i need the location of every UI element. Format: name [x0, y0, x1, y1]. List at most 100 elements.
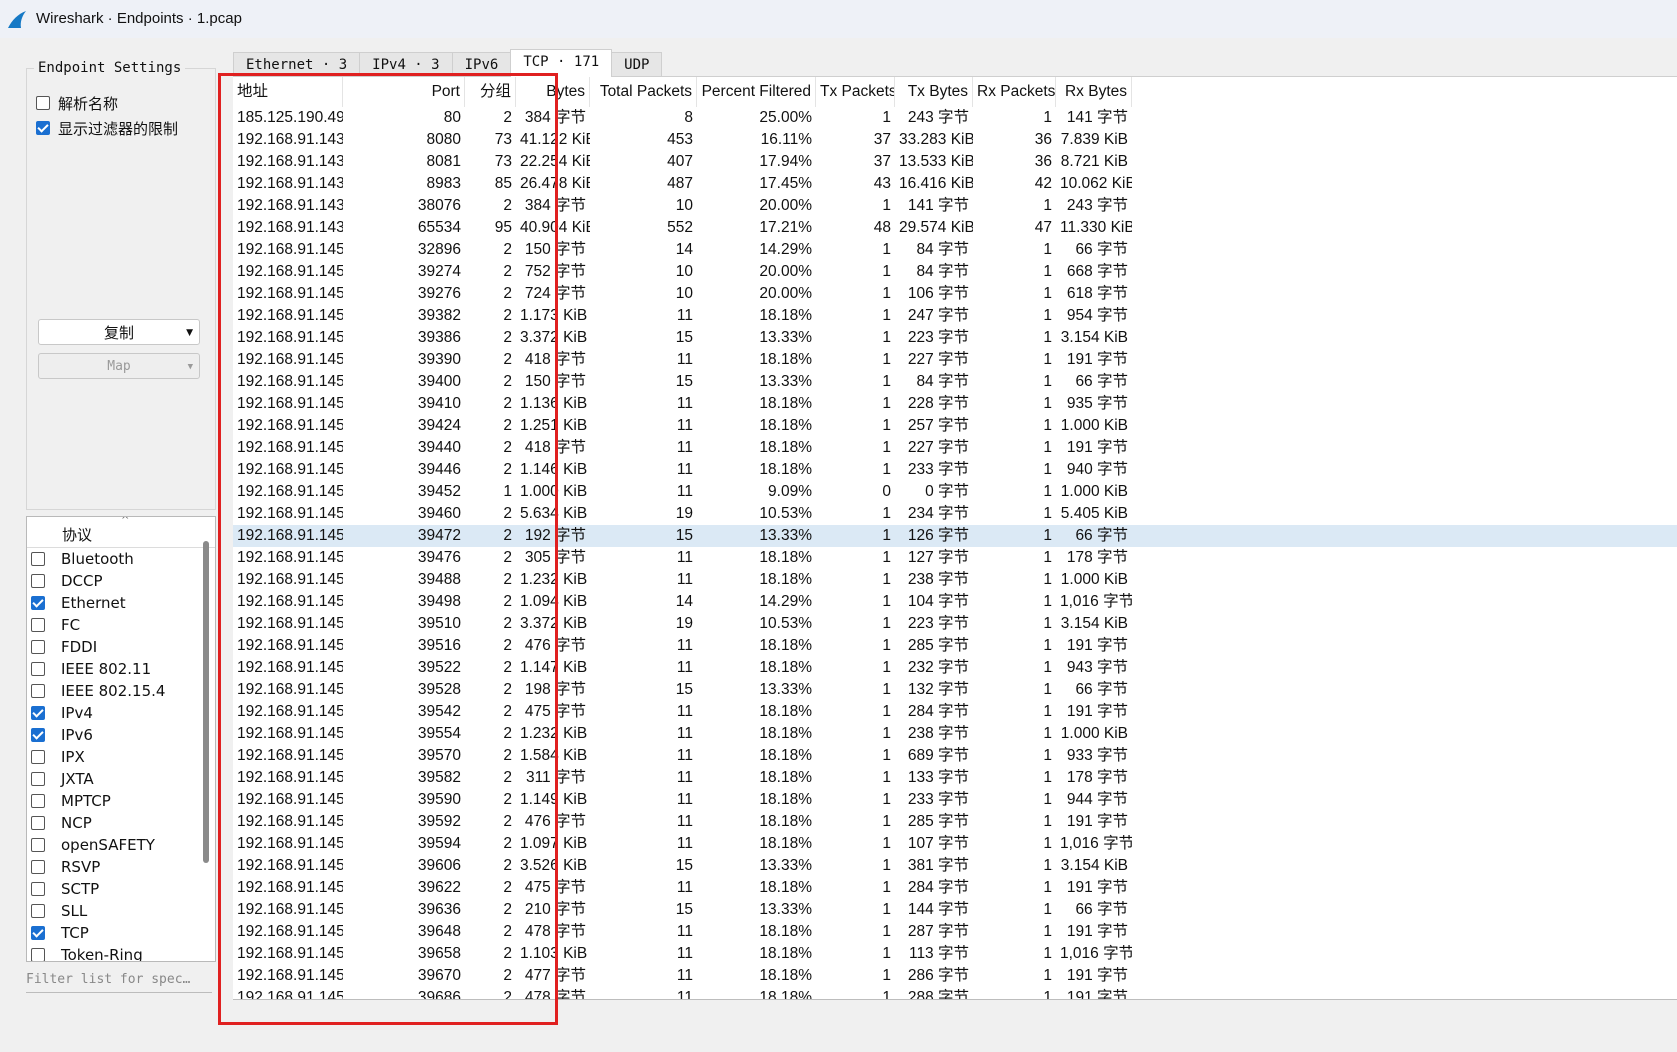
protocol-checkbox[interactable] — [31, 596, 45, 610]
table-row[interactable]: 192.168.91.145 39400 2 150 字节 15 13.33% 1 84 字节… — [233, 371, 1677, 393]
protocol-item[interactable]: MPTCP — [27, 790, 215, 812]
tab-endpoint-type[interactable]: UDP — [611, 52, 663, 77]
protocol-checkbox[interactable] — [31, 574, 45, 588]
limit-to-filter-checkbox[interactable]: 显示过滤器的限制 — [36, 117, 178, 139]
table-row[interactable]: 192.168.91.143 38076 2 384 字节 10 20.00% 1 141 字… — [233, 195, 1677, 217]
protocol-item[interactable]: Bluetooth — [27, 548, 215, 570]
table-row[interactable]: 192.168.91.145 39446 2 1.146 KiB 11 18.18% 1 23… — [233, 459, 1677, 481]
column-header[interactable]: Percent Filtered — [697, 77, 816, 107]
table-row[interactable]: 192.168.91.143 8080 73 41.122 KiB 453 16.11% 3… — [233, 129, 1677, 151]
table-row[interactable]: 192.168.91.145 39528 2 198 字节 15 13.33% 1 132 字… — [233, 679, 1677, 701]
table-row[interactable]: 192.168.91.145 39472 2 192 字节 15 13.33% 1 126 字… — [233, 525, 1677, 547]
protocol-checkbox[interactable] — [31, 926, 45, 940]
protocol-item[interactable]: SCTP — [27, 878, 215, 900]
protocol-item[interactable]: NCP — [27, 812, 215, 834]
table-row[interactable]: 192.168.91.145 39554 2 1.232 KiB 11 18.18% 1 23… — [233, 723, 1677, 745]
table-row[interactable]: 192.168.91.145 39570 2 1.584 KiB 11 18.18% 1 68… — [233, 745, 1677, 767]
table-row[interactable]: 192.168.91.145 39670 2 477 字节 11 18.18% 1 286 字… — [233, 965, 1677, 987]
column-header[interactable]: Rx Packets — [973, 77, 1056, 107]
table-row[interactable]: 192.168.91.145 39460 2 5.634 KiB 19 10.53% 1 23… — [233, 503, 1677, 525]
protocol-item[interactable]: Token-Ring — [27, 944, 215, 961]
tab-endpoint-type[interactable]: TCP · 171 — [510, 49, 613, 77]
protocol-item[interactable]: TCP — [27, 922, 215, 944]
protocol-checkbox[interactable] — [31, 552, 45, 566]
protocol-checkbox[interactable] — [31, 618, 45, 632]
copy-button[interactable]: 复制 ▼ — [38, 319, 200, 345]
protocol-item[interactable]: openSAFETY — [27, 834, 215, 856]
protocol-checkbox[interactable] — [31, 684, 45, 698]
table-row[interactable]: 192.168.91.145 39476 2 305 字节 11 18.18% 1 127 字… — [233, 547, 1677, 569]
protocol-checkbox[interactable] — [31, 860, 45, 874]
protocol-item[interactable]: SLL — [27, 900, 215, 922]
table-row[interactable]: 192.168.91.145 39636 2 210 字节 15 13.33% 1 144 字… — [233, 899, 1677, 921]
table-row[interactable]: 185.125.190.49 80 2 384 字节 8 25.00% 1 243 字节 1 14… — [233, 107, 1677, 129]
column-header[interactable]: Rx Bytes — [1056, 77, 1132, 107]
tab-endpoint-type[interactable]: Ethernet · 3 — [233, 52, 361, 77]
protocol-item[interactable]: RSVP — [27, 856, 215, 878]
protocol-list-scrollbar[interactable] — [203, 541, 209, 863]
protocol-item[interactable]: Ethernet — [27, 592, 215, 614]
protocol-list-header[interactable]: 协议 ^ — [27, 517, 215, 548]
protocol-item[interactable]: IPX — [27, 746, 215, 768]
table-row[interactable]: 192.168.91.145 39276 2 724 字节 10 20.00% 1 106 字… — [233, 283, 1677, 305]
protocol-checkbox[interactable] — [31, 838, 45, 852]
protocol-checkbox[interactable] — [31, 750, 45, 764]
protocol-list[interactable]: 协议 ^ Bluetooth DCCP Ethernet FC FDDI IEEE 802… — [26, 516, 216, 962]
endpoints-table[interactable]: 地址 Port 分组 Bytes Total Packets Percent Filter… — [233, 76, 1677, 1000]
table-row[interactable]: 192.168.91.145 39440 2 418 字节 11 18.18% 1 227 字… — [233, 437, 1677, 459]
table-row[interactable]: 192.168.91.143 8081 73 22.254 KiB 407 17.94% 3… — [233, 151, 1677, 173]
table-row[interactable]: 192.168.91.145 39382 2 1.173 KiB 11 18.18% 1 24… — [233, 305, 1677, 327]
column-header[interactable]: Total Packets — [590, 77, 697, 107]
table-row[interactable]: 192.168.91.145 39542 2 475 字节 11 18.18% 1 284 字… — [233, 701, 1677, 723]
table-row[interactable]: 192.168.91.145 39424 2 1.251 KiB 11 18.18% 1 25… — [233, 415, 1677, 437]
table-row[interactable]: 192.168.91.145 39510 2 3.372 KiB 19 10.53% 1 22… — [233, 613, 1677, 635]
protocol-checkbox[interactable] — [31, 662, 45, 676]
table-row[interactable]: 192.168.91.145 39592 2 476 字节 11 18.18% 1 285 字… — [233, 811, 1677, 833]
column-header[interactable]: Bytes — [516, 77, 590, 107]
table-row[interactable]: 192.168.91.145 39622 2 475 字节 11 18.18% 1 284 字… — [233, 877, 1677, 899]
protocol-checkbox[interactable] — [31, 772, 45, 786]
table-row[interactable]: 192.168.91.143 8983 85 26.478 KiB 487 17.45% 4… — [233, 173, 1677, 195]
protocol-item[interactable]: IEEE 802.15.4 — [27, 680, 215, 702]
map-button[interactable]: Map ▼ — [38, 353, 200, 379]
protocol-item[interactable]: IPv6 — [27, 724, 215, 746]
table-row[interactable]: 192.168.91.145 39522 2 1.147 KiB 11 18.18% 1 23… — [233, 657, 1677, 679]
protocol-item[interactable]: FDDI — [27, 636, 215, 658]
column-header[interactable]: Tx Packets — [816, 77, 895, 107]
protocol-item[interactable]: JXTA — [27, 768, 215, 790]
protocol-item[interactable]: IEEE 802.11 — [27, 658, 215, 680]
table-row[interactable]: 192.168.91.145 39582 2 311 字节 11 18.18% 1 133 字… — [233, 767, 1677, 789]
table-row[interactable]: 192.168.91.145 39590 2 1.149 KiB 11 18.18% 1 23… — [233, 789, 1677, 811]
protocol-item[interactable]: DCCP — [27, 570, 215, 592]
table-row[interactable]: 192.168.91.145 32896 2 150 字节 14 14.29% 1 84 字节… — [233, 239, 1677, 261]
protocol-checkbox[interactable] — [31, 640, 45, 654]
protocol-item[interactable]: IPv4 — [27, 702, 215, 724]
protocol-checkbox[interactable] — [31, 948, 45, 961]
protocol-item[interactable]: FC — [27, 614, 215, 636]
table-row[interactable]: 192.168.91.145 39498 2 1.094 KiB 14 14.29% 1 10… — [233, 591, 1677, 613]
table-row[interactable]: 192.168.91.145 39606 2 3.526 KiB 15 13.33% 1 38… — [233, 855, 1677, 877]
table-row[interactable]: 192.168.91.145 39686 2 478 字节 11 18.18% 1 288 字… — [233, 987, 1677, 999]
tab-endpoint-type[interactable]: IPv4 · 3 — [359, 52, 453, 77]
table-row[interactable]: 192.168.91.143 65534 95 40.904 KiB 552 17.21%… — [233, 217, 1677, 239]
table-row[interactable]: 192.168.91.145 39274 2 752 字节 10 20.00% 1 84 字节… — [233, 261, 1677, 283]
protocol-filter-input[interactable]: Filter list for spec… — [26, 968, 212, 993]
table-row[interactable]: 192.168.91.145 39488 2 1.232 KiB 11 18.18% 1 23… — [233, 569, 1677, 591]
table-row[interactable]: 192.168.91.145 39658 2 1.103 KiB 11 18.18% 1 11… — [233, 943, 1677, 965]
table-row[interactable]: 192.168.91.145 39410 2 1.136 KiB 11 18.18% 1 22… — [233, 393, 1677, 415]
checkbox-box[interactable] — [36, 96, 50, 110]
column-header[interactable]: Port — [343, 77, 465, 107]
table-row[interactable]: 192.168.91.145 39648 2 478 字节 11 18.18% 1 287 字… — [233, 921, 1677, 943]
protocol-checkbox[interactable] — [31, 794, 45, 808]
tab-endpoint-type[interactable]: IPv6 — [451, 52, 512, 77]
table-row[interactable]: 192.168.91.145 39594 2 1.097 KiB 11 18.18% 1 10… — [233, 833, 1677, 855]
column-header[interactable]: 分组 — [465, 77, 516, 107]
table-row[interactable]: 192.168.91.145 39516 2 476 字节 11 18.18% 1 285 字… — [233, 635, 1677, 657]
protocol-checkbox[interactable] — [31, 882, 45, 896]
checkbox-box[interactable] — [36, 121, 50, 135]
table-row[interactable]: 192.168.91.145 39386 2 3.372 KiB 15 13.33% 1 22… — [233, 327, 1677, 349]
resolve-names-checkbox[interactable]: 解析名称 — [36, 92, 118, 114]
column-header[interactable]: Tx Bytes — [895, 77, 973, 107]
protocol-checkbox[interactable] — [31, 904, 45, 918]
protocol-checkbox[interactable] — [31, 728, 45, 742]
